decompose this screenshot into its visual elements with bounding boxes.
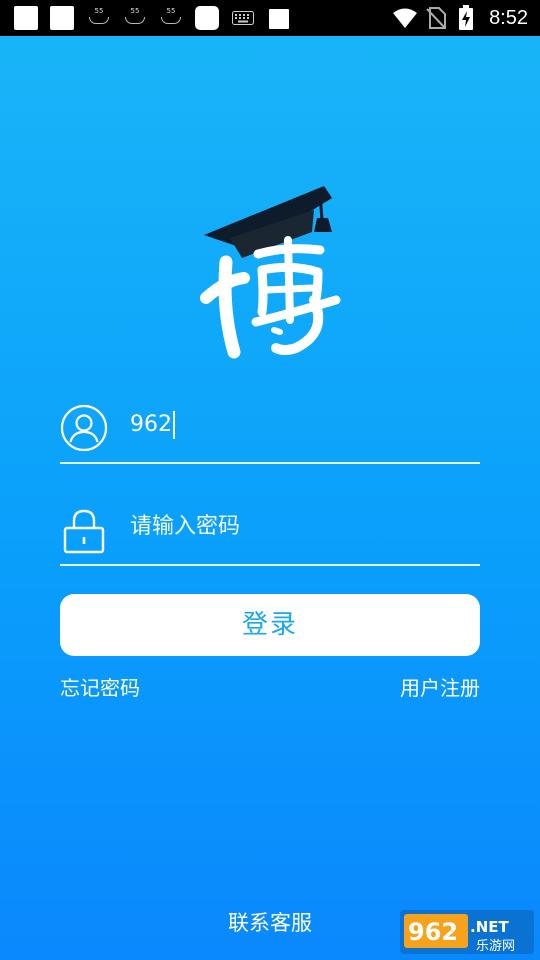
graduation-cap-bo-logo: [200, 186, 341, 359]
password-input[interactable]: 请输入密码: [130, 512, 240, 542]
forgot-password-link[interactable]: 忘记密码: [60, 674, 140, 702]
text-cursor: [173, 411, 175, 439]
user-icon: [60, 404, 108, 452]
username-field[interactable]: 962: [60, 396, 480, 464]
lock-icon: [63, 509, 105, 554]
password-field[interactable]: 请输入密码: [60, 498, 480, 566]
app-notification-icon: [14, 6, 38, 30]
svg-text:乐游网: 乐游网: [476, 939, 515, 954]
app-notification-icon: [50, 6, 74, 30]
mini-icon-text: 55: [94, 7, 104, 15]
clock: 8:52: [489, 7, 528, 29]
mini-icon-text: 55: [166, 7, 176, 15]
svg-text:.NET: .NET: [470, 918, 509, 936]
battery-charging-icon: [459, 5, 473, 30]
username-input[interactable]: 962: [130, 410, 175, 440]
login-button[interactable]: 登录: [60, 594, 480, 656]
55-app-icon: 55: [122, 7, 148, 29]
wifi-icon: [393, 8, 417, 28]
svg-text:962: 962: [408, 918, 458, 946]
username-value: 962: [130, 412, 172, 437]
status-bar: 55 55 55 8:52: [0, 0, 540, 36]
site-watermark-logo: 962 .NET 乐游网: [400, 910, 534, 954]
app-notification-icon: [195, 6, 219, 30]
no-sim-icon: [426, 7, 446, 29]
sd-card-icon: [269, 9, 289, 29]
55-app-icon: 55: [86, 7, 112, 29]
55-app-icon: 55: [158, 7, 184, 29]
mini-icon-text: 55: [130, 7, 140, 15]
keyboard-icon: [232, 11, 254, 25]
register-link[interactable]: 用户注册: [400, 674, 480, 702]
